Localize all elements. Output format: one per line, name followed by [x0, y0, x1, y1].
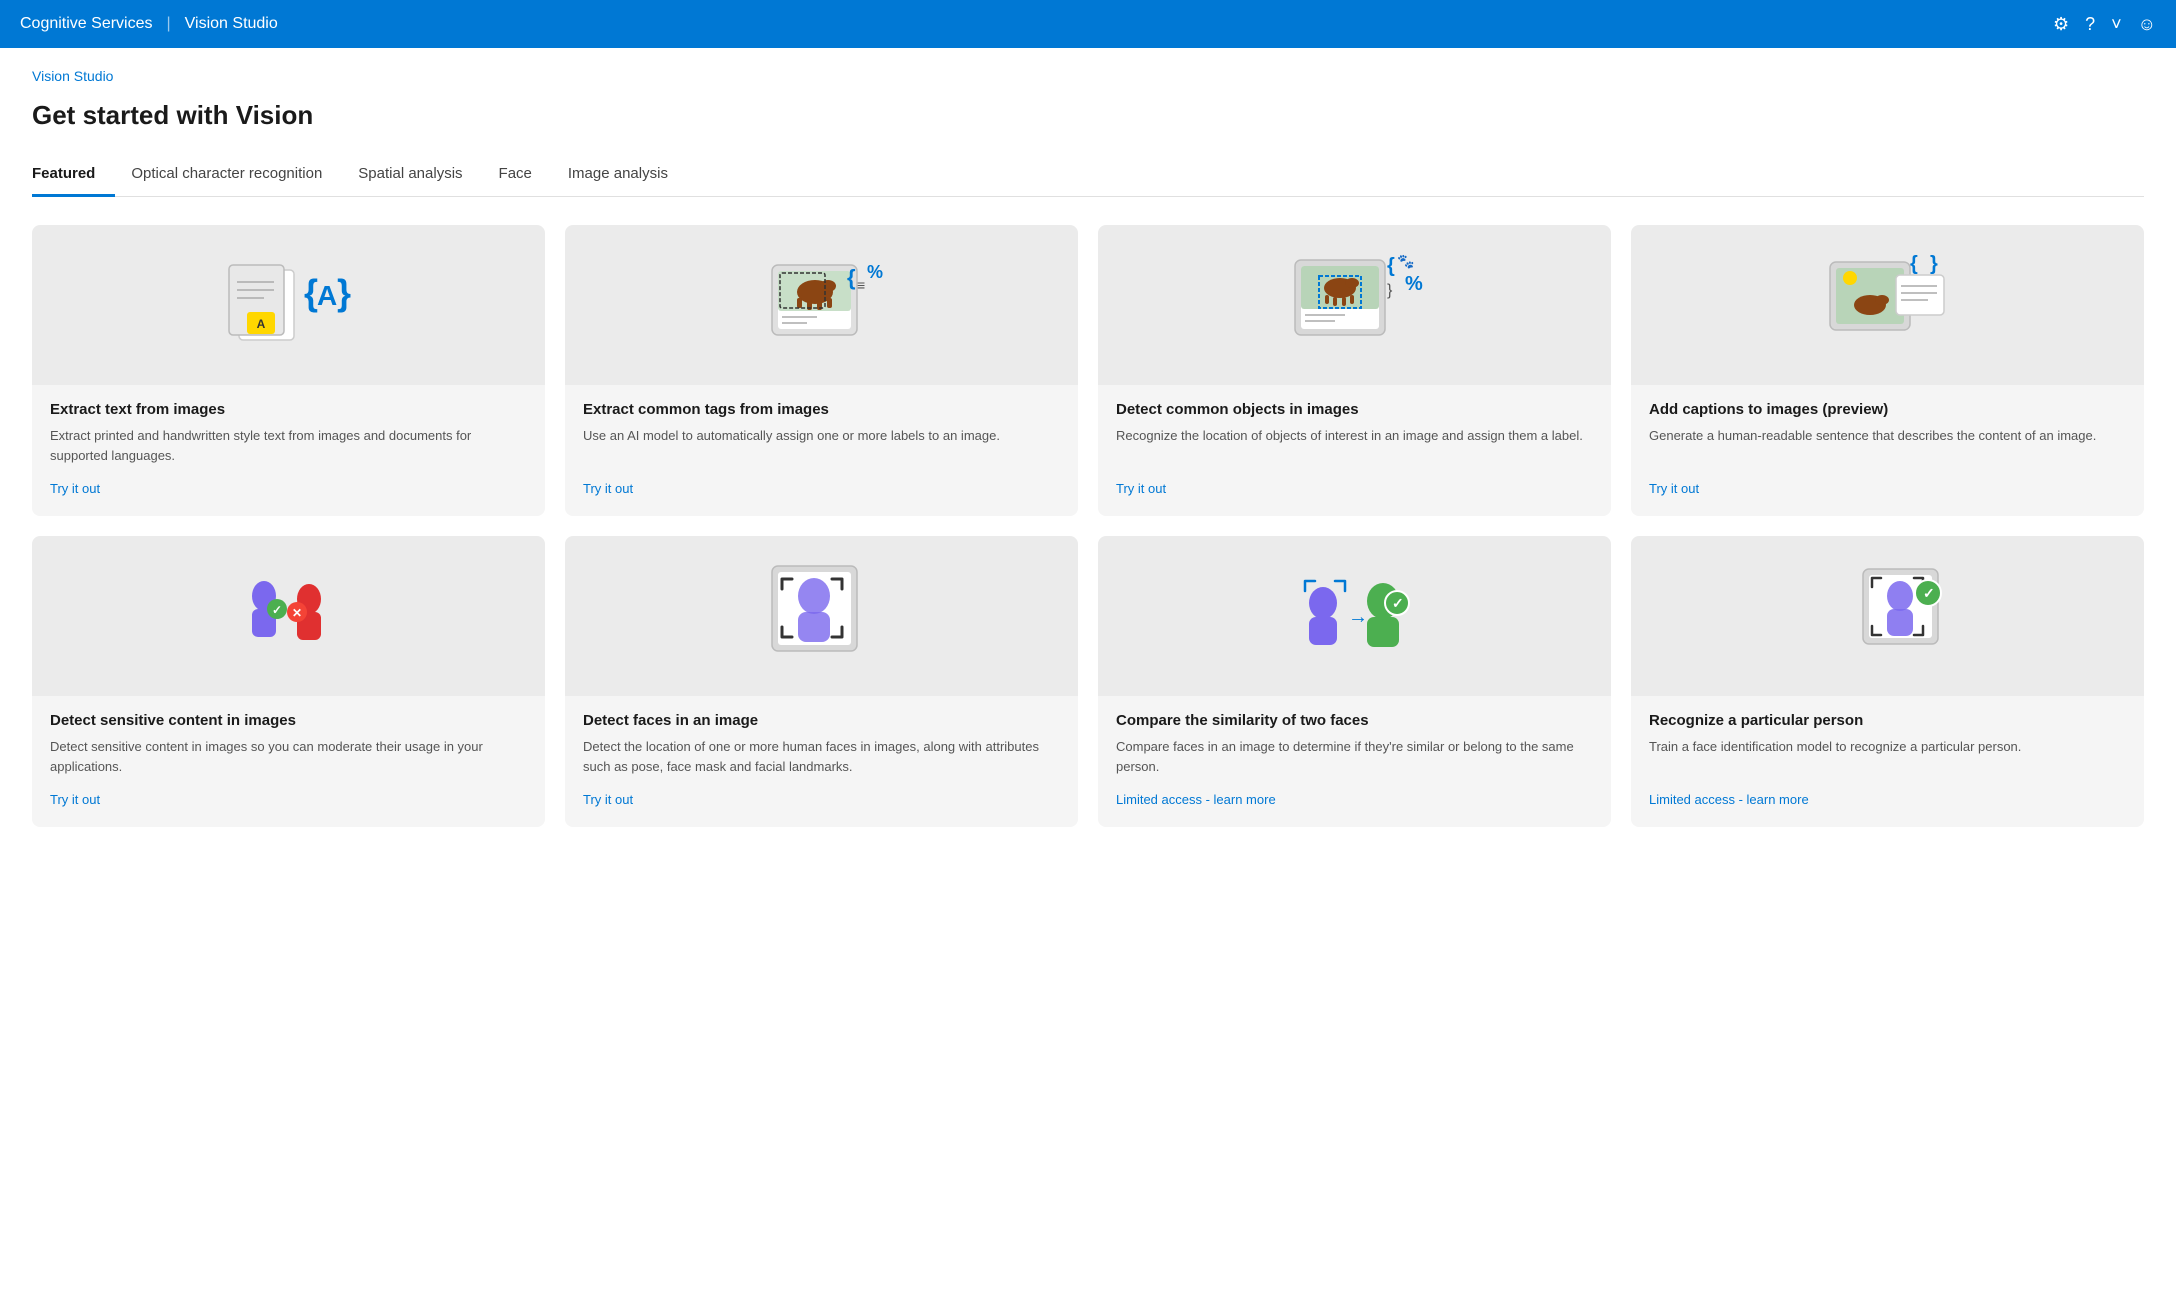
- card-compare-faces-image: → ✓: [1098, 536, 1611, 696]
- tab-featured[interactable]: Featured: [32, 155, 115, 197]
- card-detect-faces-image: [565, 536, 1078, 696]
- tab-spatial[interactable]: Spatial analysis: [358, 155, 482, 197]
- tab-face[interactable]: Face: [499, 155, 552, 197]
- svg-text:A: A: [317, 280, 337, 311]
- card-extract-text-desc: Extract printed and handwritten style te…: [50, 426, 527, 465]
- card-recognize-person-image: ✓: [1631, 536, 2144, 696]
- card-extract-text: A { A } Extract text from images Extract…: [32, 225, 545, 516]
- help-icon[interactable]: ?: [2085, 14, 2095, 35]
- svg-text:✕: ✕: [292, 606, 302, 620]
- nav-divider: |: [167, 15, 171, 33]
- svg-text:{: {: [847, 265, 856, 290]
- card-extract-tags: { ≡ % Extract common tags from images Us…: [565, 225, 1078, 516]
- svg-text:%: %: [867, 262, 883, 282]
- user-icon[interactable]: ☺: [2138, 14, 2156, 35]
- card-add-captions-image: { }: [1631, 225, 2144, 385]
- card-detect-sensitive-desc: Detect sensitive content in images so yo…: [50, 737, 527, 776]
- card-add-captions-desc: Generate a human-readable sentence that …: [1649, 426, 2126, 465]
- card-detect-faces-link[interactable]: Try it out: [583, 792, 1060, 807]
- card-detect-faces-desc: Detect the location of one or more human…: [583, 737, 1060, 776]
- svg-text:🐾: 🐾: [1397, 253, 1414, 270]
- card-extract-tags-title: Extract common tags from images: [583, 401, 1060, 418]
- card-add-captions-title: Add captions to images (preview): [1649, 401, 2126, 418]
- svg-text:}: }: [1930, 253, 1938, 275]
- card-extract-tags-link[interactable]: Try it out: [583, 481, 1060, 496]
- chevron-down-icon[interactable]: ˅: [2111, 14, 2122, 35]
- main-content: Vision Studio Get started with Vision Fe…: [0, 48, 2176, 1290]
- card-detect-objects-desc: Recognize the location of objects of int…: [1116, 426, 1593, 465]
- svg-text:}: }: [337, 272, 351, 313]
- brand-label: Cognitive Services: [20, 15, 153, 33]
- svg-text:}: }: [1387, 282, 1393, 299]
- card-detect-sensitive: ✓ ✕ Detect sensitive content in images D…: [32, 536, 545, 827]
- breadcrumb[interactable]: Vision Studio: [32, 68, 2144, 84]
- product-label: Vision Studio: [185, 15, 278, 33]
- tab-ocr[interactable]: Optical character recognition: [131, 155, 342, 197]
- card-detect-objects-link[interactable]: Try it out: [1116, 481, 1593, 496]
- cards-row-1: A { A } Extract text from images Extract…: [32, 225, 2144, 516]
- card-detect-objects-image: { 🐾 % }: [1098, 225, 1611, 385]
- settings-icon[interactable]: ⚙: [2053, 14, 2069, 35]
- card-compare-faces-desc: Compare faces in an image to determine i…: [1116, 737, 1593, 776]
- card-detect-faces: Detect faces in an image Detect the loca…: [565, 536, 1078, 827]
- svg-text:≡: ≡: [857, 277, 865, 293]
- cards-row-2: ✓ ✕ Detect sensitive content in images D…: [32, 536, 2144, 827]
- card-add-captions-link[interactable]: Try it out: [1649, 481, 2126, 496]
- card-detect-sensitive-link[interactable]: Try it out: [50, 792, 527, 807]
- svg-text:→: →: [1348, 606, 1368, 628]
- card-recognize-person-link[interactable]: Limited access - learn more: [1649, 792, 2126, 807]
- card-detect-objects-title: Detect common objects in images: [1116, 401, 1593, 418]
- svg-text:✓: ✓: [1392, 595, 1404, 611]
- card-detect-sensitive-image: ✓ ✕: [32, 536, 545, 696]
- page-title: Get started with Vision: [32, 100, 2144, 131]
- svg-text:{: {: [1387, 255, 1395, 277]
- svg-text:✓: ✓: [1923, 585, 1935, 601]
- card-recognize-person: ✓ Recognize a particular person Train a …: [1631, 536, 2144, 827]
- svg-text:A: A: [256, 317, 265, 331]
- card-compare-faces-title: Compare the similarity of two faces: [1116, 712, 1593, 729]
- card-compare-faces-link[interactable]: Limited access - learn more: [1116, 792, 1593, 807]
- card-extract-tags-desc: Use an AI model to automatically assign …: [583, 426, 1060, 465]
- svg-text:%: %: [1405, 273, 1423, 295]
- tab-image-analysis[interactable]: Image analysis: [568, 155, 688, 197]
- card-extract-text-link[interactable]: Try it out: [50, 481, 527, 496]
- card-extract-text-image: A { A }: [32, 225, 545, 385]
- card-detect-objects: { 🐾 % } Detect common objects in images …: [1098, 225, 1611, 516]
- svg-text:{: {: [1910, 253, 1918, 275]
- card-extract-tags-image: { ≡ %: [565, 225, 1078, 385]
- card-recognize-person-desc: Train a face identification model to rec…: [1649, 737, 2126, 776]
- card-detect-sensitive-title: Detect sensitive content in images: [50, 712, 527, 729]
- svg-text:{: {: [304, 272, 318, 313]
- top-navigation: Cognitive Services | Vision Studio ⚙ ? ˅…: [0, 0, 2176, 48]
- tab-bar: Featured Optical character recognition S…: [32, 155, 2144, 197]
- card-extract-text-title: Extract text from images: [50, 401, 527, 418]
- card-add-captions: { } Add captions to images (preview) Gen…: [1631, 225, 2144, 516]
- svg-text:✓: ✓: [272, 603, 282, 617]
- card-compare-faces: → ✓ Compare the similarity of two faces …: [1098, 536, 1611, 827]
- card-detect-faces-title: Detect faces in an image: [583, 712, 1060, 729]
- card-recognize-person-title: Recognize a particular person: [1649, 712, 2126, 729]
